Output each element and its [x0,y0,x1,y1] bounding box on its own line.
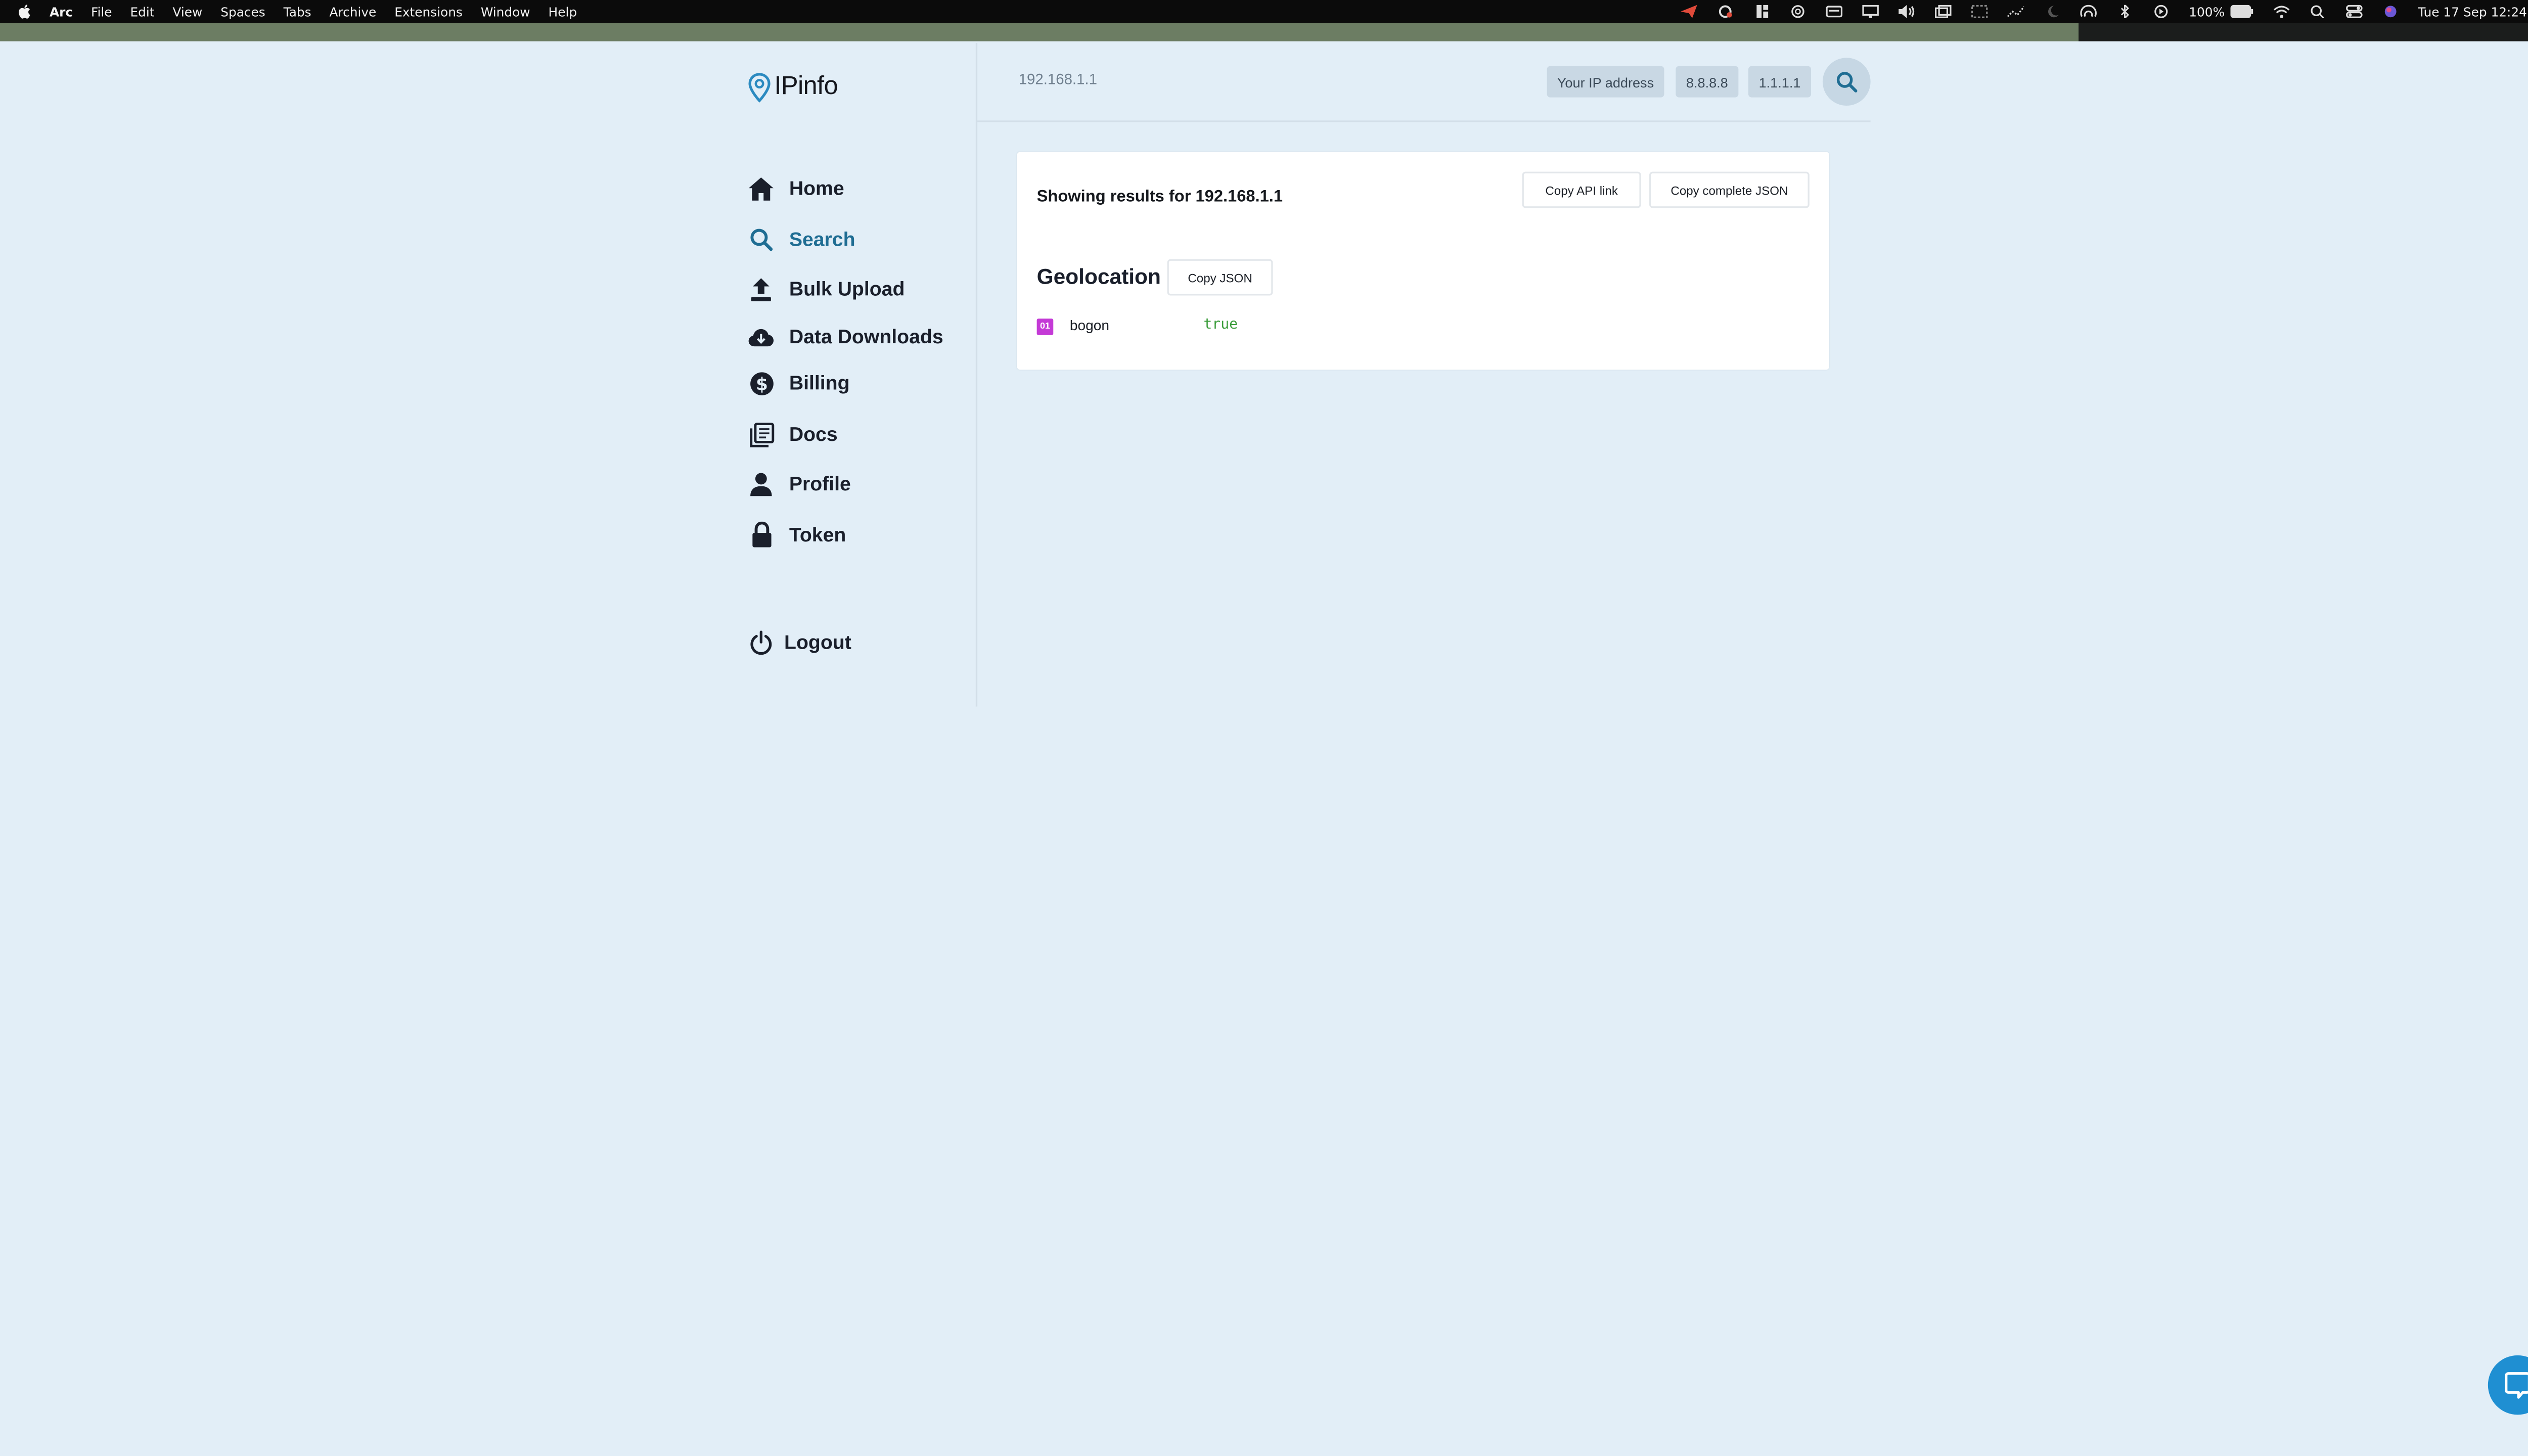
sidebar-item-search[interactable]: Search [748,226,855,252]
volume-icon[interactable] [1898,5,1915,18]
sidebar: IPinfo Home Search Bulk Upload Data Down… [727,42,978,707]
openai-icon[interactable] [1789,5,1806,18]
display-icon[interactable] [1862,5,1879,18]
control-center-icon[interactable] [2345,5,2362,18]
logo[interactable]: IPinfo [748,73,838,103]
menu-extensions[interactable]: Extensions [394,4,463,19]
menubar-clock[interactable]: Tue 17 Sep 12:24:20 AM [2418,4,2528,19]
copy-api-link-button[interactable]: Copy API link [1522,171,1641,208]
browser-top-bar [0,23,2079,41]
sidebar-item-label: Search [789,228,855,251]
results-label: Showing results for [1036,188,1191,207]
copy-complete-json-button[interactable]: Copy complete JSON [1649,171,1810,208]
menu-view[interactable]: View [172,4,202,19]
menu-file[interactable]: File [91,4,112,19]
grid-app-icon[interactable] [1753,5,1770,18]
upload-icon [748,276,774,302]
menu-archive[interactable]: Archive [329,4,376,19]
dollar-icon: $ [748,370,774,396]
sidebar-item-home[interactable]: Home [748,175,844,201]
field-value-bogon: true [1203,316,1238,334]
battery-percent: 100% [2189,4,2225,19]
sidebar-item-token[interactable]: Token [748,521,846,548]
chat-support-button[interactable] [2488,1355,2528,1415]
spotlight-icon[interactable] [2309,5,2326,18]
airdrop-icon[interactable] [2080,5,2097,18]
browser-top-bar-dark [2079,23,2528,41]
sidebar-item-label: Data Downloads [789,325,943,348]
location-pin-icon [748,73,771,103]
section-title-geolocation: Geolocation [1036,264,1161,289]
ip-search-input[interactable] [1018,71,1481,88]
sidebar-item-data-downloads[interactable]: Data Downloads [748,324,943,350]
bogon-badge-icon: 01 [1036,318,1054,335]
play-circle-icon[interactable] [2152,5,2169,18]
results-heading: Showing results for 192.168.1.1 [1037,188,1283,206]
moon-icon[interactable] [2044,5,2060,18]
apple-icon[interactable] [17,4,31,20]
docs-icon [748,421,774,447]
bluetooth-icon[interactable] [2116,5,2133,18]
sidebar-item-billing[interactable]: $ Billing [748,370,850,396]
chat-bubble-icon [2505,1371,2528,1398]
power-icon [748,629,774,655]
menu-window[interactable]: Window [481,4,530,19]
battery-icon[interactable] [2229,5,2253,18]
svg-text:$: $ [755,374,767,394]
sidebar-item-label: Token [789,523,846,547]
wifi-icon[interactable] [2273,5,2289,18]
bogon-badge-text: 01 [1040,322,1050,332]
logout-button[interactable]: Logout [748,629,851,655]
results-card: Showing results for 192.168.1.1 Copy API… [1017,152,1829,370]
dashed-box-icon[interactable] [1971,5,1988,18]
sidebar-item-label: Docs [789,422,838,446]
sidebar-item-bulk-upload[interactable]: Bulk Upload [748,276,905,302]
sidebar-item-label: Home [789,176,844,200]
topbar: Your IP address 8.8.8.8 1.1.1.1 [977,43,1871,122]
results-ip: 192.168.1.1 [1195,188,1283,207]
lock-icon [748,521,774,548]
sidebar-item-profile[interactable]: Profile [748,471,851,497]
copy-json-button[interactable]: Copy JSON [1167,259,1273,296]
field-key-bogon: bogon [1069,316,1109,334]
menu-app-name[interactable]: Arc [50,4,73,19]
creative-cloud-icon[interactable] [1717,5,1733,18]
search-button[interactable] [1822,58,1871,106]
search-icon [1836,72,1858,93]
keyboard-icon[interactable] [1825,5,1842,18]
paper-plane-icon[interactable] [1680,5,1697,18]
menu-spaces[interactable]: Spaces [220,4,265,19]
sidebar-item-label: Bulk Upload [789,277,905,301]
sidebar-item-label: Profile [789,472,851,495]
quick-ip-1111-button[interactable]: 1.1.1.1 [1748,66,1812,98]
logout-label: Logout [784,630,851,654]
quick-ip-8888-button[interactable]: 8.8.8.8 [1676,66,1739,98]
logo-text: IPinfo [774,72,838,101]
home-icon [748,175,774,201]
search-icon [748,226,774,252]
menu-tabs[interactable]: Tabs [284,4,311,19]
windows-icon[interactable] [1934,5,1952,18]
your-ip-button[interactable]: Your IP address [1547,66,1664,98]
menu-bar: Arc File Edit View Spaces Tabs Archive E… [0,0,2528,23]
siri-icon[interactable] [2381,5,2398,18]
chart-dots-icon[interactable] [2007,5,2024,18]
cloud-download-icon [748,324,774,350]
user-icon [748,471,774,497]
menu-edit[interactable]: Edit [130,4,154,19]
sidebar-item-docs[interactable]: Docs [748,421,838,447]
menu-help[interactable]: Help [549,4,577,19]
sidebar-item-label: Billing [789,371,850,395]
